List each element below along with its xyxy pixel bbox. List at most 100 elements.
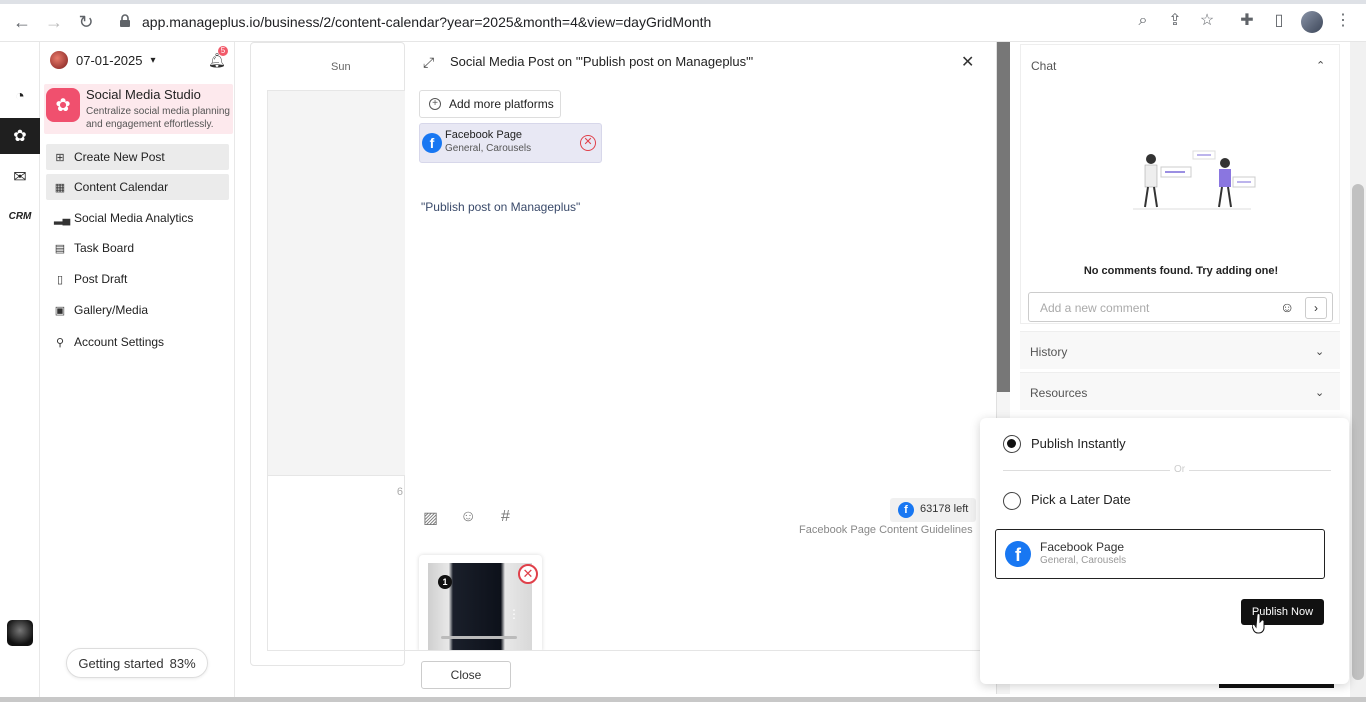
history-accordion[interactable]: History ⌄	[1020, 331, 1340, 369]
close-button[interactable]: Close	[421, 661, 511, 689]
back-icon[interactable]: ←	[12, 12, 32, 32]
expand-icon[interactable]: ⤢	[423, 54, 434, 71]
remove-media-icon[interactable]: ✕	[518, 564, 538, 584]
browser-menu-icon[interactable]: ⋮	[1334, 12, 1352, 30]
sidebar-item-create-new-post[interactable]: ⊞ Create New Post	[46, 144, 229, 170]
chevron-down-icon: ⌄	[1315, 387, 1325, 399]
date-value: 07-01-2025	[76, 52, 143, 68]
studio-header: ✿ Social Media Studio Centralize social …	[44, 84, 233, 134]
pick-later-date-label[interactable]: Pick a Later Date	[1031, 492, 1131, 507]
hashtag-icon[interactable]: #	[501, 508, 510, 526]
pick-later-date-radio[interactable]	[1003, 492, 1021, 510]
sidebar-item-label: Create New Post	[74, 150, 165, 164]
guidelines-link[interactable]: Facebook Page Content Guidelines	[799, 524, 973, 536]
crm-icon[interactable]: CRM	[0, 198, 40, 234]
publish-instantly-radio[interactable]	[1003, 435, 1021, 453]
close-icon[interactable]: ✕	[961, 52, 974, 72]
facebook-icon: f	[422, 133, 442, 153]
email-icon[interactable]: ✉	[0, 159, 40, 195]
add-platforms-button[interactable]: + Add more platforms	[419, 90, 561, 118]
sidebar-item-gallery-media[interactable]: ▣ Gallery/Media	[46, 297, 229, 323]
more-options-icon[interactable]: ⋮	[508, 607, 520, 621]
user-avatar[interactable]	[7, 620, 33, 646]
side-panel-icon[interactable]: ▯	[1270, 12, 1288, 30]
page-scrollbar[interactable]	[1350, 42, 1366, 702]
draft-icon: ▯	[56, 273, 64, 286]
history-header: History	[1030, 345, 1068, 359]
sidebar-item-label: Gallery/Media	[74, 303, 149, 317]
chat-header[interactable]: Chat	[1031, 59, 1056, 73]
chars-left: 63178 left	[920, 503, 969, 515]
sidebar-item-content-calendar[interactable]: ▦ Content Calendar	[46, 174, 229, 200]
url-text: app.manageplus.io/business/2/content-cal…	[142, 14, 712, 30]
date-selector[interactable]: 07-01-2025 ▾	[50, 51, 156, 69]
divider-handle[interactable]	[997, 42, 1011, 392]
calendar-cell[interactable]: 6	[267, 476, 406, 651]
media-index-badge: 1	[438, 575, 452, 589]
sidebar-item-account-settings[interactable]: ⚲ Account Settings	[46, 329, 229, 355]
publish-instantly-label[interactable]: Publish Instantly	[1031, 436, 1126, 451]
scrollbar-thumb[interactable]	[1352, 184, 1364, 680]
emoji-icon[interactable]: ☺	[460, 508, 476, 526]
getting-started-percent: 83%	[169, 655, 196, 671]
address-bar[interactable]: app.manageplus.io/business/2/content-cal…	[108, 8, 1228, 36]
forward-icon[interactable]: →	[44, 12, 64, 32]
calendar-cell[interactable]	[267, 90, 406, 476]
chevron-up-icon[interactable]: ⌃	[1316, 59, 1325, 72]
gallery-icon: ▣	[54, 304, 66, 317]
day-header-sun: Sun	[331, 61, 351, 73]
sidebar-item-social-media-analytics[interactable]: ▂▄ Social Media Analytics	[46, 205, 229, 231]
social-studio-icon[interactable]: ✿	[0, 118, 40, 154]
bookmark-star-icon[interactable]: ☆	[1198, 12, 1216, 30]
platform-types: General, Carousels	[445, 143, 532, 154]
hand-cursor-icon	[1252, 614, 1265, 634]
sidebar-item-label: Task Board	[74, 241, 135, 255]
comment-input[interactable]: Add a new comment ☺ ›	[1028, 292, 1333, 322]
calendar-grid: Sun 6	[250, 42, 406, 666]
browser-toolbar: ← → ↻ app.manageplus.io/business/2/conte…	[0, 0, 1366, 42]
analytics-icon: ▂▄	[54, 212, 71, 225]
getting-started-button[interactable]: Getting started 83%	[66, 648, 208, 678]
calendar-icon: ▦	[54, 181, 66, 194]
sidebar-item-task-board[interactable]: ▤ Task Board	[46, 235, 229, 261]
platform-name: Facebook Page	[445, 129, 523, 141]
emoji-icon[interactable]: ☺	[1280, 299, 1294, 315]
platform-types: General, Carousels	[1040, 555, 1127, 566]
media-progress	[441, 636, 517, 639]
share-icon[interactable]: ⇪	[1166, 12, 1184, 30]
sidebar-item-label: Content Calendar	[74, 180, 169, 194]
chat-section: Chat ⌃ No comments found. Try adding one…	[1020, 44, 1340, 324]
notification-badge: 5	[218, 46, 228, 56]
create-post-icon: ⊞	[55, 151, 65, 164]
reload-icon[interactable]: ↻	[76, 12, 96, 32]
modal-title: Social Media Post on '"Publish post on M…	[450, 54, 754, 69]
day-number: 6	[396, 486, 403, 498]
task-board-icon: ▤	[54, 242, 66, 255]
media-card[interactable]: 1 ⋮ ✕	[419, 555, 542, 653]
lock-icon	[120, 14, 130, 27]
send-icon[interactable]: ›	[1305, 297, 1327, 319]
dashboard-icon[interactable]: ◔	[0, 79, 40, 115]
divider	[1003, 470, 1331, 471]
profile-avatar[interactable]	[1301, 11, 1323, 33]
chevron-down-icon: ⌄	[1315, 346, 1325, 358]
remove-platform-icon[interactable]: ✕	[580, 135, 596, 151]
add-platforms-label: Add more platforms	[449, 97, 554, 111]
studio-logo-icon: ✿	[46, 88, 80, 122]
publish-platform-card[interactable]: f Facebook Page General, Carousels	[995, 529, 1325, 579]
post-content[interactable]: "Publish post on Manageplus"	[421, 200, 580, 214]
post-editor-modal: ⤢ Social Media Post on '"Publish post on…	[405, 42, 996, 698]
studio-title: Social Media Studio	[86, 87, 201, 102]
resources-header: Resources	[1030, 386, 1088, 400]
sidebar-item-post-draft[interactable]: ▯ Post Draft	[46, 266, 229, 292]
image-icon[interactable]: ▨	[423, 508, 438, 528]
taskbar-strip	[0, 697, 1366, 702]
getting-started-label: Getting started	[78, 655, 164, 671]
platform-chip[interactable]: f Facebook Page General, Carousels ✕	[419, 123, 602, 163]
sidebar-item-label: Account Settings	[74, 335, 165, 349]
extensions-icon[interactable]: ✚	[1238, 12, 1256, 30]
zoom-icon[interactable]: ⌕	[1134, 12, 1152, 30]
publish-options-popover: Publish Instantly Or Pick a Later Date f…	[980, 418, 1349, 684]
facebook-icon: f	[1005, 541, 1031, 567]
resources-accordion[interactable]: Resources ⌄	[1020, 372, 1340, 410]
